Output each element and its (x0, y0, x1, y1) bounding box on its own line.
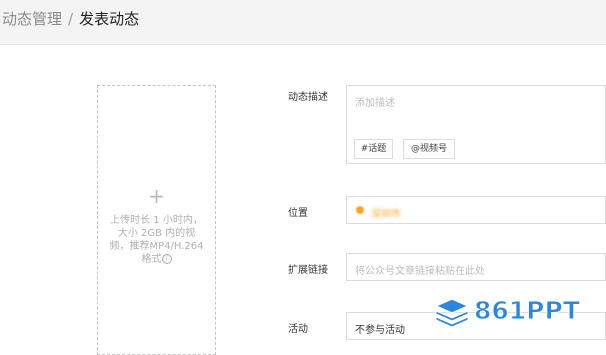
upload-hint: 上传时长 1 小时内，大小 2GB 内的视频，推荐MP4/H.264格式 ⓘ (108, 214, 205, 266)
video-upload-area[interactable]: + 上传时长 1 小时内，大小 2GB 内的视频，推荐MP4/H.264格式 ⓘ (97, 85, 216, 355)
description-textarea[interactable]: 添加描述 #话题 @视频号 (346, 85, 606, 164)
activity-value: 不参与活动 (355, 325, 405, 336)
breadcrumb-separator: / (68, 10, 74, 28)
layers-logo-icon (434, 298, 470, 327)
page-title: 发表动态 (79, 10, 140, 28)
breadcrumb-parent-link[interactable]: 动态管理 (2, 10, 62, 28)
description-placeholder: 添加描述 (355, 98, 395, 109)
link-input[interactable]: 将公众号文章链接粘贴在此处 (346, 253, 606, 281)
watermark-text: 861PPT (474, 296, 581, 326)
location-pin-icon (356, 206, 364, 214)
link-label: 扩展链接 (288, 265, 328, 276)
activity-label: 活动 (288, 324, 308, 335)
page-header: 动态管理 / 发表动态 (0, 0, 606, 45)
upload-hint-text: 上传时长 1 小时内，大小 2GB 内的视频，推荐MP4/H.264格式 (109, 215, 204, 265)
location-label: 位置 (288, 208, 308, 219)
description-label: 动态描述 (288, 92, 328, 103)
breadcrumb: 动态管理 / 发表动态 (2, 8, 139, 29)
location-value: 深圳市 (371, 209, 401, 220)
add-topic-button[interactable]: #话题 (354, 139, 393, 159)
plus-icon: + (148, 184, 165, 208)
location-selector[interactable]: 深圳市 (346, 196, 606, 224)
info-icon[interactable]: ⓘ (161, 254, 172, 264)
mention-channel-button[interactable]: @视频号 (403, 139, 455, 159)
link-placeholder: 将公众号文章链接粘贴在此处 (355, 266, 485, 277)
